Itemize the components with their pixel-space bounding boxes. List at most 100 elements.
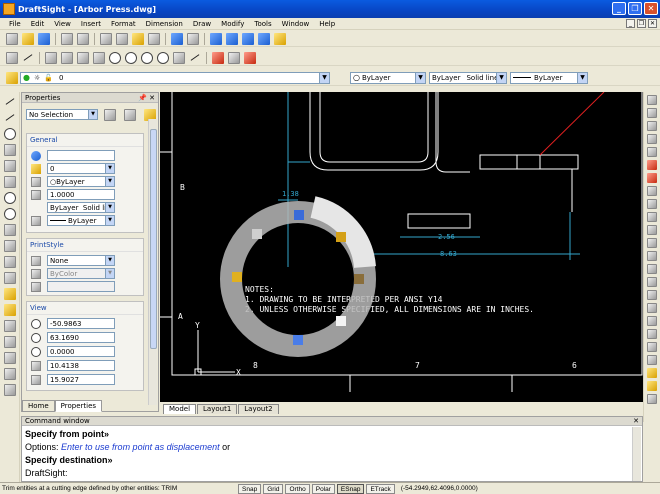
view-center-x-field[interactable]: -50.9863: [47, 318, 115, 329]
tab-layout1[interactable]: Layout1: [197, 404, 238, 414]
rotate-icon[interactable]: [647, 173, 657, 183]
grid-toggle[interactable]: Grid: [263, 483, 284, 494]
tab-layout2[interactable]: Layout2: [238, 404, 279, 414]
lineweight-field[interactable]: ByLayer ▼: [47, 215, 115, 226]
trim-icon[interactable]: [647, 212, 657, 222]
print-icon[interactable]: [61, 32, 73, 45]
chamfer-icon[interactable]: [647, 264, 657, 274]
etrack-toggle[interactable]: ETrack: [366, 483, 395, 494]
pan-icon[interactable]: [210, 32, 222, 45]
radial-corner-icon[interactable]: [252, 229, 262, 239]
block-insert-icon[interactable]: [3, 288, 16, 300]
table-icon[interactable]: [3, 320, 16, 332]
donut-icon[interactable]: [3, 208, 16, 220]
pattern-icon[interactable]: [647, 147, 657, 157]
properties-icon[interactable]: [244, 51, 256, 64]
redo-icon[interactable]: [187, 32, 199, 45]
table-tool-icon[interactable]: [77, 51, 89, 64]
radial-layer-icon[interactable]: [336, 316, 346, 326]
menu-file[interactable]: File: [4, 20, 26, 28]
spline-tool-icon[interactable]: [173, 51, 185, 64]
leader-icon[interactable]: [647, 381, 657, 391]
linestyle-select[interactable]: ByLayer Solid line ▼: [429, 71, 507, 84]
view-height-field[interactable]: 10.4138: [47, 360, 115, 371]
linescale-field[interactable]: 1.0000: [47, 189, 115, 200]
print-preview-icon[interactable]: [77, 32, 89, 45]
tab-properties[interactable]: Properties: [54, 400, 103, 412]
tolerance-icon[interactable]: [647, 394, 657, 404]
radial-menu[interactable]: [220, 196, 376, 357]
radial-open-icon[interactable]: [232, 272, 242, 282]
ortho-toggle[interactable]: Ortho: [285, 483, 310, 494]
center-point-icon[interactable]: [109, 51, 121, 64]
break-icon[interactable]: [647, 238, 657, 248]
dimension-style-icon[interactable]: [647, 368, 657, 378]
layer-manager-icon[interactable]: [212, 51, 224, 64]
layers-icon[interactable]: [6, 71, 18, 84]
stretch-icon[interactable]: [647, 199, 657, 209]
view-width-field[interactable]: 15.9027: [47, 374, 115, 385]
selection-select[interactable]: No Selection ▼: [26, 109, 98, 120]
menu-draw[interactable]: Draw: [188, 20, 216, 28]
polyline-icon[interactable]: [3, 176, 16, 188]
radial-save-icon[interactable]: [293, 335, 303, 345]
offset-icon[interactable]: [647, 134, 657, 144]
close-button[interactable]: ✕: [644, 2, 658, 15]
polygon-tool-icon[interactable]: [61, 51, 73, 64]
drawing-canvas[interactable]: B A 8 7 6 1.38 2.56 1.06 8.63 NOTES: 1. …: [160, 92, 643, 402]
new-icon[interactable]: [6, 32, 18, 45]
line-tool-icon[interactable]: [22, 52, 34, 64]
printcolor-field[interactable]: ByColor ▼: [47, 268, 115, 279]
arc-tool-icon[interactable]: [141, 51, 153, 64]
color-select[interactable]: ○ ByLayer ▼: [350, 71, 426, 84]
undo-icon[interactable]: [171, 32, 183, 45]
fillet-icon[interactable]: [647, 277, 657, 287]
menu-tools[interactable]: Tools: [249, 20, 276, 28]
match-properties-icon[interactable]: [148, 32, 160, 45]
printstyle-field[interactable]: None ▼: [47, 255, 115, 266]
printtable-field[interactable]: [47, 281, 115, 292]
general-color-field[interactable]: [47, 150, 115, 161]
snap-tool-icon[interactable]: [6, 51, 18, 64]
properties-scrollbar[interactable]: [148, 119, 157, 405]
radial-pencil-icon[interactable]: [354, 274, 364, 284]
esnap-toggle[interactable]: ESnap: [336, 483, 365, 494]
explode-icon[interactable]: [647, 290, 657, 300]
erase-icon[interactable]: [647, 95, 657, 105]
dimension-angle-icon[interactable]: [647, 329, 657, 339]
mtext-icon[interactable]: [3, 352, 16, 364]
tab-model[interactable]: Model: [163, 404, 197, 414]
scroll-thumb[interactable]: [150, 129, 157, 349]
radial-zoom-icon[interactable]: [294, 210, 304, 220]
view-center-y-field[interactable]: 63.1690: [47, 332, 115, 343]
color-field[interactable]: ○ ByLayer ▼: [47, 176, 115, 187]
dimension-aligned-icon[interactable]: [647, 316, 657, 326]
doc-restore-button[interactable]: ❐: [637, 19, 646, 28]
menu-dimension[interactable]: Dimension: [141, 20, 188, 28]
mirror-icon[interactable]: [647, 121, 657, 131]
app-icon[interactable]: [3, 3, 15, 15]
text-style-icon[interactable]: [274, 32, 286, 45]
layer-field[interactable]: 0 ▼: [47, 163, 115, 174]
boundary-icon[interactable]: [3, 368, 16, 380]
scale-icon[interactable]: [647, 186, 657, 196]
point-icon[interactable]: [3, 256, 16, 268]
command-scrollbar[interactable]: [632, 427, 641, 481]
dimension-linear-icon[interactable]: [647, 303, 657, 313]
infinite-line-icon[interactable]: [4, 112, 16, 124]
dimension-diameter-icon[interactable]: [647, 355, 657, 365]
zoom-icon[interactable]: [226, 32, 238, 45]
menu-format[interactable]: Format: [106, 20, 141, 28]
layer-select[interactable]: ● ☼ 🔓 0 ▼: [20, 71, 330, 84]
text-icon[interactable]: [3, 336, 16, 348]
join-icon[interactable]: [647, 251, 657, 261]
doc-close-button[interactable]: ✕: [648, 19, 657, 28]
cloud-icon[interactable]: [3, 240, 16, 252]
line-icon[interactable]: [4, 96, 16, 108]
open-icon[interactable]: [22, 32, 34, 45]
select-objects-icon[interactable]: [124, 109, 136, 121]
circle-tool-icon[interactable]: [125, 51, 137, 64]
menu-insert[interactable]: Insert: [76, 20, 106, 28]
menu-help[interactable]: Help: [314, 20, 340, 28]
extend-icon[interactable]: [647, 225, 657, 235]
